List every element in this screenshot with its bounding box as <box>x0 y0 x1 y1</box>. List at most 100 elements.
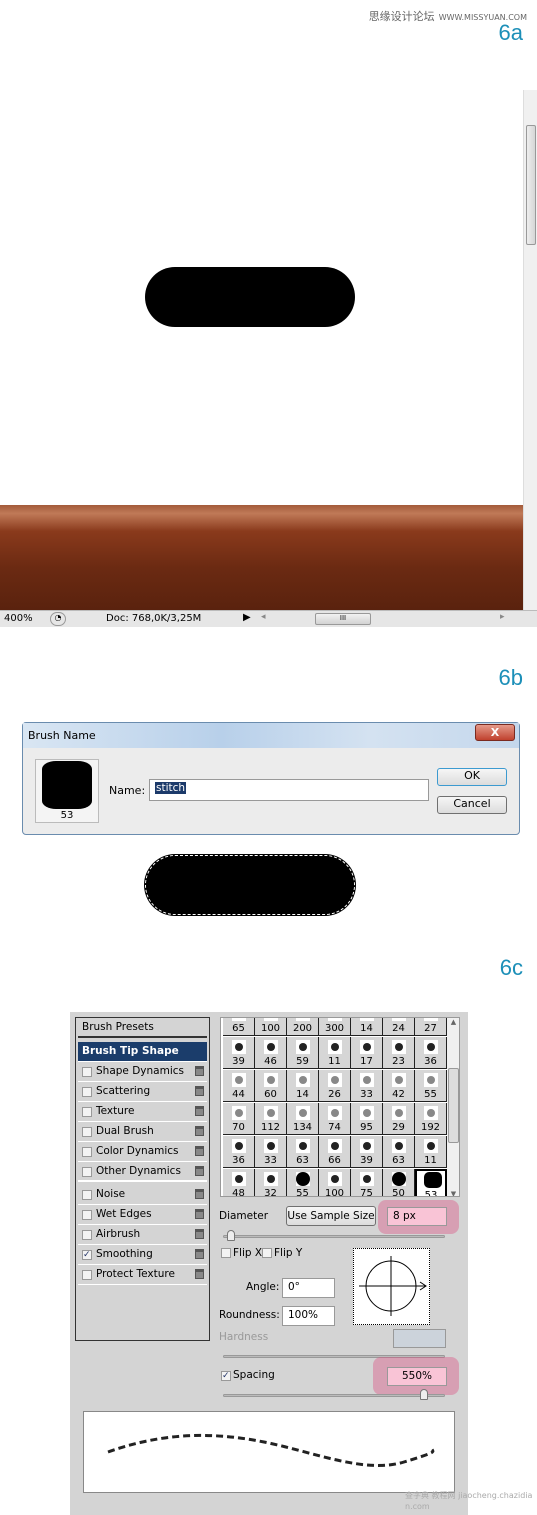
checkbox[interactable] <box>82 1127 92 1137</box>
checkbox[interactable] <box>82 1210 92 1220</box>
lock-icon[interactable] <box>195 1269 204 1279</box>
brush-tip[interactable]: 26 <box>319 1070 351 1102</box>
brush-tip[interactable]: 55 <box>287 1169 319 1196</box>
lock-icon[interactable] <box>195 1086 204 1096</box>
lock-icon[interactable] <box>195 1126 204 1136</box>
checkbox[interactable] <box>82 1107 92 1117</box>
brush-tip[interactable]: 65 <box>223 1018 255 1036</box>
option-brush-tip-shape[interactable]: Brush Tip Shape <box>78 1042 207 1062</box>
spacing-checkbox[interactable]: ✓ <box>221 1371 231 1381</box>
scroll-right-icon[interactable]: ▸ <box>500 612 505 622</box>
option-shape-dynamics[interactable]: Shape Dynamics <box>78 1062 207 1082</box>
cancel-button[interactable]: Cancel <box>437 796 507 814</box>
brush-tip[interactable]: 66 <box>319 1136 351 1168</box>
brush-tip[interactable]: 59 <box>287 1037 319 1069</box>
clock-icon[interactable]: ◔ <box>50 612 66 626</box>
brush-tip[interactable]: 55 <box>415 1070 447 1102</box>
spacing-slider-handle[interactable] <box>420 1389 428 1400</box>
brush-tip[interactable]: 63 <box>383 1136 415 1168</box>
h-scroll-thumb[interactable]: III <box>315 613 371 625</box>
diameter-slider-handle[interactable] <box>227 1230 235 1241</box>
lock-icon[interactable] <box>195 1189 204 1199</box>
option-smoothing[interactable]: ✓ Smoothing <box>78 1245 207 1265</box>
checkbox[interactable] <box>82 1087 92 1097</box>
checkbox[interactable] <box>82 1167 92 1177</box>
lock-icon[interactable] <box>195 1229 204 1239</box>
lock-icon[interactable] <box>195 1166 204 1176</box>
option-brush-presets[interactable]: Brush Presets <box>78 1018 207 1038</box>
brush-tip[interactable]: 44 <box>223 1070 255 1102</box>
brush-tip[interactable]: 36 <box>223 1136 255 1168</box>
brush-tip[interactable]: 63 <box>287 1136 319 1168</box>
brush-tip[interactable]: 50 <box>383 1169 415 1196</box>
brush-tip[interactable]: 23 <box>383 1037 415 1069</box>
lock-icon[interactable] <box>195 1106 204 1116</box>
brush-tip[interactable]: 48 <box>223 1169 255 1196</box>
option-noise[interactable]: Noise <box>78 1185 207 1205</box>
brush-tip[interactable]: 33 <box>255 1136 287 1168</box>
diameter-slider[interactable] <box>223 1235 445 1238</box>
lock-icon[interactable] <box>195 1249 204 1259</box>
option-texture[interactable]: Texture <box>78 1102 207 1122</box>
brush-tip[interactable]: 29 <box>383 1103 415 1135</box>
brush-tip[interactable]: 60 <box>255 1070 287 1102</box>
checkbox[interactable] <box>82 1190 92 1200</box>
use-sample-size-button[interactable]: Use Sample Size <box>286 1206 376 1226</box>
brush-tip[interactable]: 42 <box>383 1070 415 1102</box>
brush-tip[interactable]: 192 <box>415 1103 447 1135</box>
option-dual-brush[interactable]: Dual Brush <box>78 1122 207 1142</box>
option-airbrush[interactable]: Airbrush <box>78 1225 207 1245</box>
grid-scroll-thumb[interactable] <box>448 1068 459 1143</box>
ok-button[interactable]: OK <box>437 768 507 786</box>
lock-icon[interactable] <box>195 1209 204 1219</box>
vertical-scrollbar[interactable] <box>523 90 537 610</box>
brush-tip[interactable]: 134 <box>287 1103 319 1135</box>
brush-tip[interactable]: 100 <box>319 1169 351 1196</box>
brush-tip[interactable]: 11 <box>415 1136 447 1168</box>
option-other-dynamics[interactable]: Other Dynamics <box>78 1162 207 1182</box>
spacing-input[interactable]: 550% <box>387 1367 447 1386</box>
angle-roundness-preview[interactable] <box>353 1248 430 1325</box>
checkbox[interactable] <box>82 1067 92 1077</box>
brush-tip[interactable]: 36 <box>415 1037 447 1069</box>
angle-input[interactable]: 0° <box>282 1278 335 1298</box>
brush-tip[interactable]: 39 <box>223 1037 255 1069</box>
brush-tip[interactable]: 200 <box>287 1018 319 1036</box>
brush-tip[interactable]: 112 <box>255 1103 287 1135</box>
flip-x-checkbox[interactable] <box>221 1248 231 1258</box>
close-button[interactable]: X <box>475 724 515 741</box>
brush-tip[interactable]: 14 <box>351 1018 383 1036</box>
brush-tip[interactable]: 74 <box>319 1103 351 1135</box>
checkbox[interactable] <box>82 1270 92 1280</box>
brush-tip[interactable]: 27 <box>415 1018 447 1036</box>
option-wet-edges[interactable]: Wet Edges <box>78 1205 207 1225</box>
brush-tip[interactable]: 24 <box>383 1018 415 1036</box>
brush-tip[interactable]: 53 <box>415 1169 447 1196</box>
brush-tip[interactable]: 70 <box>223 1103 255 1135</box>
flip-y-checkbox[interactable] <box>262 1248 272 1258</box>
brush-tip[interactable]: 14 <box>287 1070 319 1102</box>
scroll-left-icon[interactable]: ◂ <box>261 612 266 622</box>
brush-tip[interactable]: 33 <box>351 1070 383 1102</box>
play-arrow-icon[interactable]: ▶ <box>243 612 251 623</box>
option-color-dynamics[interactable]: Color Dynamics <box>78 1142 207 1162</box>
grid-scrollbar[interactable]: ▲ ▼ <box>447 1018 459 1196</box>
checkbox[interactable] <box>82 1147 92 1157</box>
scrollbar-thumb[interactable] <box>526 125 536 245</box>
lock-icon[interactable] <box>195 1066 204 1076</box>
roundness-input[interactable]: 100% <box>282 1306 335 1326</box>
checkbox[interactable]: ✓ <box>82 1250 92 1260</box>
option-protect-texture[interactable]: Protect Texture <box>78 1265 207 1285</box>
brush-tip[interactable]: 46 <box>255 1037 287 1069</box>
brush-angle-diagram[interactable] <box>354 1249 429 1324</box>
diameter-input[interactable]: 8 px <box>387 1207 447 1226</box>
brush-tip[interactable]: 95 <box>351 1103 383 1135</box>
brush-tip[interactable]: 17 <box>351 1037 383 1069</box>
option-scattering[interactable]: Scattering <box>78 1082 207 1102</box>
spacing-slider[interactable] <box>223 1394 445 1397</box>
name-input[interactable]: stitch <box>149 779 429 801</box>
lock-icon[interactable] <box>195 1146 204 1156</box>
brush-tip[interactable]: 100 <box>255 1018 287 1036</box>
brush-tip[interactable]: 11 <box>319 1037 351 1069</box>
zoom-level[interactable]: 400% <box>4 613 33 624</box>
